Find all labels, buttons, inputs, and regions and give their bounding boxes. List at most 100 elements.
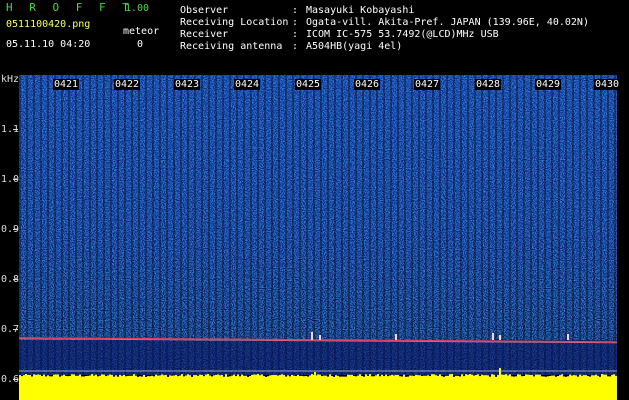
level-spike — [611, 374, 613, 378]
level-spike — [591, 375, 593, 378]
meteor-count: 0 — [137, 39, 144, 50]
level-spike — [255, 374, 257, 378]
level-spike — [229, 376, 231, 378]
level-spike — [45, 376, 47, 378]
level-spike — [553, 375, 555, 378]
level-spike — [515, 376, 517, 378]
level-spike — [475, 374, 477, 378]
level-spike — [149, 376, 151, 378]
time-label-0426: 0426 — [354, 79, 381, 90]
level-spike — [613, 374, 615, 378]
level-spike — [105, 376, 107, 378]
level-spike — [269, 375, 271, 378]
receiver-value: ICOM IC-575 53.7492(@LCD)MHz USB — [306, 29, 499, 40]
level-spike — [267, 376, 269, 378]
level-spike — [77, 375, 79, 378]
location-separator: : — [292, 17, 299, 28]
level-spike — [493, 374, 495, 378]
level-spike — [489, 376, 491, 378]
carrier-blip — [319, 335, 321, 340]
level-spike — [375, 375, 377, 378]
level-spike — [179, 375, 181, 378]
level-spike — [439, 374, 441, 378]
level-spike — [213, 375, 215, 378]
level-spike — [41, 375, 43, 378]
level-spike — [109, 374, 111, 378]
level-spike — [335, 375, 337, 378]
level-spike — [497, 375, 499, 378]
level-spike — [187, 374, 189, 378]
level-spike — [71, 374, 73, 378]
time-label-0429: 0429 — [535, 79, 562, 90]
level-spike — [67, 376, 69, 378]
level-spike — [57, 374, 59, 378]
level-spike — [557, 376, 559, 378]
time-label-0423: 0423 — [174, 79, 201, 90]
level-spike — [485, 375, 487, 378]
level-spike — [37, 374, 39, 378]
level-spike — [43, 374, 45, 378]
level-spike — [343, 376, 345, 378]
level-spike — [421, 375, 423, 378]
level-spike — [465, 374, 467, 378]
level-spike — [27, 374, 29, 378]
level-spike — [517, 374, 519, 378]
level-spike — [107, 375, 109, 378]
level-spike — [609, 376, 611, 378]
level-spike — [603, 374, 605, 378]
level-spike — [353, 375, 355, 378]
level-spike — [295, 376, 297, 378]
level-spike — [383, 376, 385, 378]
level-spike — [561, 374, 563, 378]
level-spike — [241, 374, 243, 378]
level-spike — [437, 375, 439, 378]
level-spike — [31, 376, 33, 378]
level-spike — [223, 376, 225, 378]
timestamp: 05.11.10 04:20 — [6, 39, 91, 50]
level-spike — [529, 374, 531, 378]
level-spike — [341, 376, 343, 378]
level-spike — [227, 376, 229, 378]
level-spike — [189, 375, 191, 378]
level-spike — [461, 374, 463, 378]
level-spike — [277, 375, 279, 378]
antenna-value: A504HB(yagi 4el) — [306, 41, 403, 52]
level-spike — [347, 374, 349, 378]
level-spike — [33, 374, 35, 378]
level-spike — [89, 375, 91, 378]
level-spike — [419, 375, 421, 378]
level-spike — [345, 376, 347, 378]
level-spike — [589, 376, 591, 378]
level-spike — [339, 376, 341, 378]
level-spike — [83, 376, 85, 378]
freq-tick — [13, 379, 18, 380]
level-spike — [129, 375, 131, 378]
meteor-label: meteor — [123, 26, 160, 37]
level-spike — [357, 375, 359, 378]
level-spike — [157, 375, 159, 378]
observer-separator: : — [292, 5, 299, 16]
level-spike — [101, 374, 103, 378]
level-spike — [97, 376, 99, 378]
level-spike — [299, 375, 301, 378]
level-spike — [119, 374, 121, 378]
level-spike — [53, 374, 55, 378]
level-spike — [349, 374, 351, 378]
level-spike — [431, 374, 433, 378]
level-spike — [209, 375, 211, 378]
level-spike — [601, 374, 603, 378]
level-spike — [115, 375, 117, 378]
level-spike — [503, 374, 505, 378]
level-spike — [361, 376, 363, 378]
level-spike — [567, 376, 569, 378]
level-spike — [321, 376, 323, 378]
level-spike — [473, 375, 475, 378]
level-spike — [301, 375, 303, 378]
level-spike — [615, 375, 617, 378]
level-spike — [35, 374, 37, 378]
time-label-0421: 0421 — [53, 79, 80, 90]
level-spike — [243, 375, 245, 378]
level-spike — [537, 374, 539, 378]
level-spike — [599, 376, 601, 378]
level-spike — [289, 376, 291, 378]
